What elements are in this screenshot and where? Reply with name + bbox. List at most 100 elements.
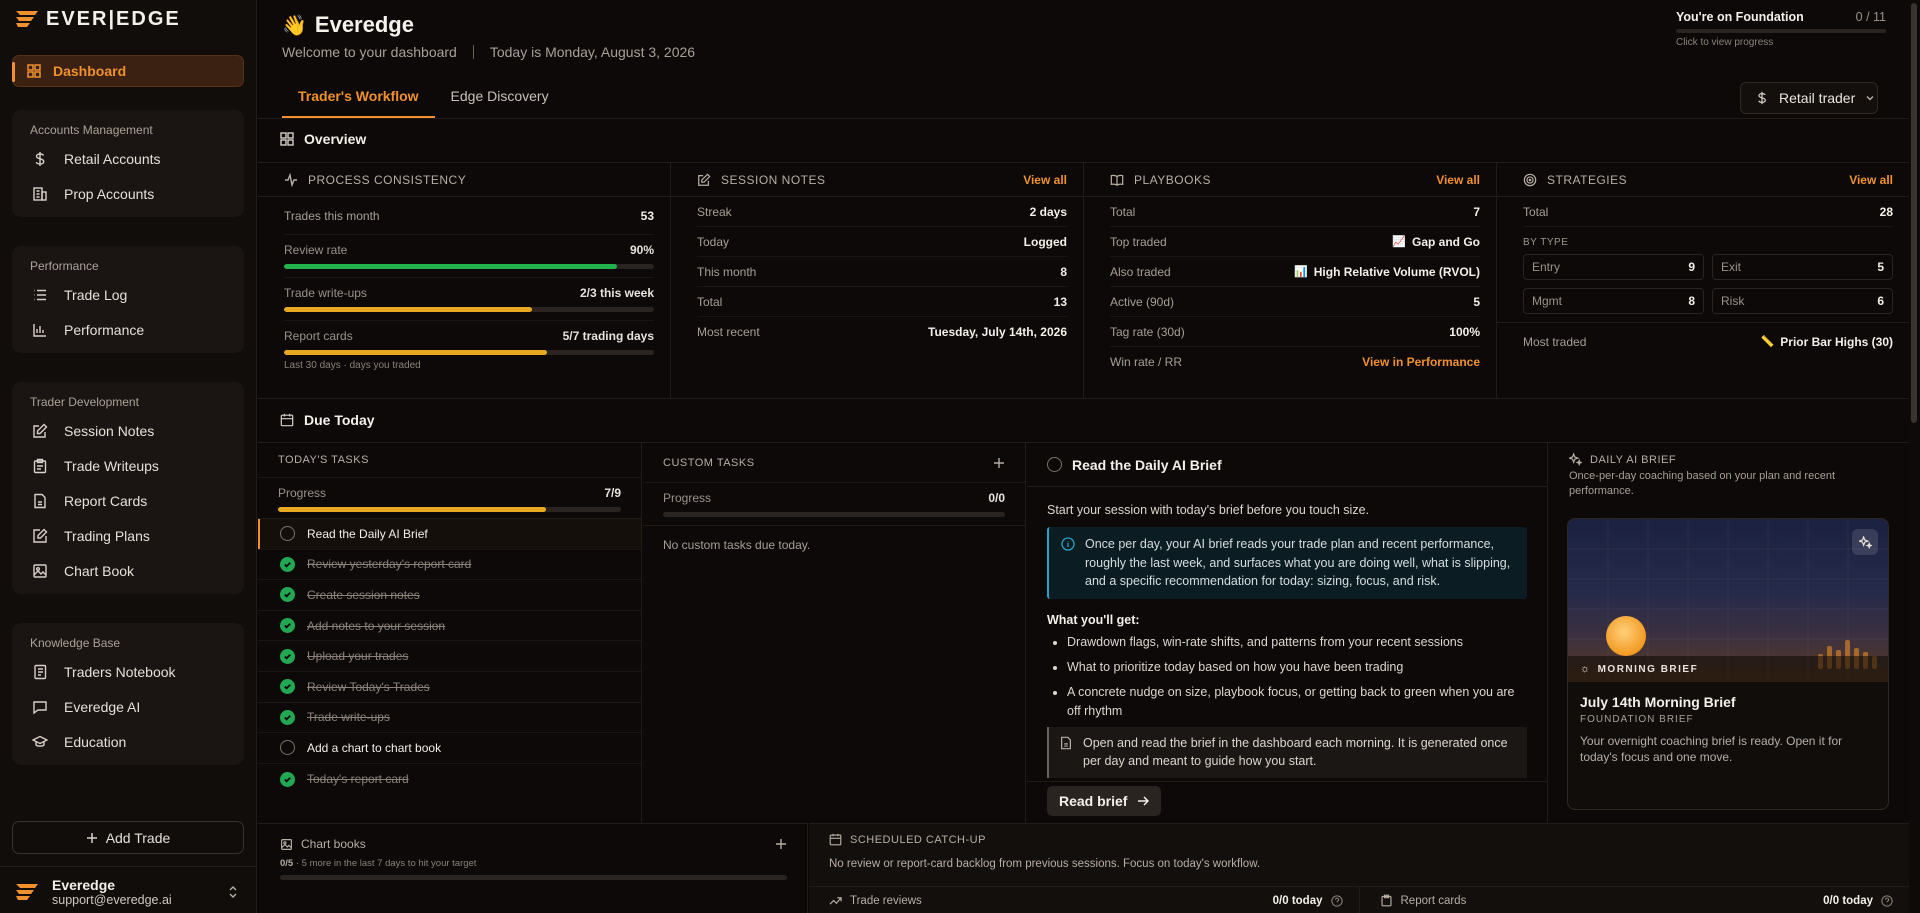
- sidebar-item-traders-notebook[interactable]: Traders Notebook: [12, 654, 244, 689]
- plus-icon: [86, 832, 97, 843]
- sparkles-icon: [1569, 453, 1582, 466]
- sidebar-item-prop-accounts[interactable]: Prop Accounts: [12, 176, 244, 211]
- panel-title: SCHEDULED CATCH-UP: [850, 833, 986, 846]
- task-read-daily-ai-brief[interactable]: Read the Daily AI Brief: [258, 519, 641, 550]
- session-notes-card: SESSION NOTES View all Streak 2 days Toda…: [671, 163, 1084, 398]
- sidebar-item-trading-plans[interactable]: Trading Plans: [12, 518, 244, 553]
- chart-books-progress-text: 0/5 · 5 more in the last 7 days to hit y…: [258, 851, 807, 869]
- task-review-yesterday-report-card[interactable]: Review yesterday's report card: [258, 550, 641, 581]
- add-custom-task-icon[interactable]: [993, 457, 1005, 469]
- edit-note-icon: [33, 423, 48, 438]
- review-rate-fill: [284, 264, 617, 269]
- add-trade-button[interactable]: Add Trade: [12, 821, 244, 854]
- row-value: 28: [1879, 204, 1893, 219]
- help-circle-icon[interactable]: [1330, 894, 1343, 907]
- sidebar: EVER|EDGE Dashboard Accounts Management …: [0, 0, 257, 913]
- info-callout: Once per day, your AI brief reads your t…: [1047, 527, 1527, 599]
- row-label: Most traded: [1523, 334, 1587, 349]
- sidebar-item-retail-accounts[interactable]: Retail Accounts: [12, 141, 244, 176]
- add-chart-book-icon[interactable]: [775, 838, 787, 850]
- most-traded-row: Most traded 📏 Prior Bar Highs (30): [1497, 322, 1909, 360]
- task-checked-icon[interactable]: [280, 618, 295, 634]
- foundation-sub: Click to view progress: [1676, 37, 1774, 48]
- sidebar-item-label: Report Cards: [64, 492, 148, 509]
- group-title: Performance: [30, 259, 99, 273]
- type-exit: Exit 5: [1712, 254, 1893, 280]
- by-type-label: BY TYPE: [1523, 237, 1569, 248]
- logo[interactable]: EVER|EDGE: [14, 7, 181, 31]
- task-label: Read the Daily AI Brief: [307, 526, 428, 541]
- sidebar-item-trade-writeups[interactable]: Trade Writeups: [12, 448, 244, 483]
- row-value: Prior Bar Highs (30): [1780, 334, 1893, 349]
- task-label: Add a chart to chart book: [307, 740, 442, 755]
- morning-brief-card[interactable]: ☼ MORNING BRIEF July 14th Morning Brief …: [1567, 518, 1889, 810]
- sidebar-item-session-notes[interactable]: Session Notes: [12, 413, 244, 448]
- sidebar-item-report-cards[interactable]: Report Cards: [12, 483, 244, 518]
- trade-reviews-stat[interactable]: Trade reviews 0/0 today: [809, 887, 1360, 913]
- sparkles-icon[interactable]: [1852, 529, 1878, 555]
- sidebar-item-trade-log[interactable]: Trade Log: [12, 277, 244, 312]
- divider: [258, 398, 1909, 399]
- read-brief-button[interactable]: Read brief: [1047, 786, 1162, 816]
- task-unchecked-icon[interactable]: [1047, 457, 1062, 472]
- task-label: Review yesterday's report card: [307, 557, 472, 572]
- chart-books-panel: Chart books 0/5 · 5 more in the last 7 d…: [258, 823, 808, 913]
- task-unchecked-icon[interactable]: [280, 526, 295, 542]
- scrollbar-thumb[interactable]: [1911, 3, 1917, 423]
- sidebar-item-chart-book[interactable]: Chart Book: [12, 553, 244, 588]
- sidebar-item-label: Retail Accounts: [64, 150, 161, 167]
- report-cards-stat[interactable]: Report cards 0/0 today: [1360, 887, 1910, 913]
- sidebar-item-label: Trade Log: [64, 286, 128, 303]
- tab-traders-workflow[interactable]: Trader's Workflow: [282, 79, 435, 118]
- panel-title: TODAY'S TASKS: [278, 454, 369, 466]
- sidebar-item-label: Trade Writeups: [64, 457, 159, 474]
- chart-books-count: 0/5: [280, 858, 294, 869]
- task-upload-trades[interactable]: Upload your trades: [258, 641, 641, 672]
- panel-subtitle: Once-per-day coaching based on your plan…: [1569, 470, 1836, 497]
- panel-title: Chart books: [301, 837, 366, 851]
- user-menu[interactable]: Everedge support@everedge.ai: [14, 874, 246, 910]
- card-text: Your overnight coaching brief is ready. …: [1580, 734, 1843, 764]
- task-trade-write-ups[interactable]: Trade write-ups: [258, 703, 641, 734]
- type-value: 9: [1688, 260, 1695, 274]
- task-label: Today's report card: [307, 772, 409, 787]
- brief-cover-image: ☼ MORNING BRIEF: [1568, 519, 1888, 682]
- view-all-link[interactable]: View all: [1023, 173, 1067, 187]
- panel-header: Read the Daily AI Brief: [1027, 443, 1547, 487]
- task-add-chart-to-chart-book[interactable]: Add a chart to chart book: [258, 733, 641, 764]
- view-all-link[interactable]: View all: [1849, 173, 1893, 187]
- task-checked-icon[interactable]: [280, 679, 295, 695]
- task-unchecked-icon[interactable]: [280, 740, 295, 756]
- task-label: Review Today's Trades: [307, 679, 430, 694]
- type-label: Entry: [1532, 260, 1561, 274]
- stat-label: Report cards: [1400, 894, 1467, 907]
- task-checked-icon[interactable]: [280, 771, 295, 787]
- scrollbar[interactable]: [1909, 0, 1920, 913]
- foundation-progress[interactable]: You're on Foundation 0 / 11 Click to vie…: [1676, 10, 1886, 48]
- task-checked-icon[interactable]: [280, 648, 295, 664]
- sidebar-item-dashboard[interactable]: Dashboard: [12, 55, 244, 87]
- card-title: STRATEGIES: [1547, 172, 1628, 187]
- card-title: July 14th Morning Brief: [1580, 694, 1736, 710]
- also-traded-row: Also traded 📊 High Relative Volume (RVOL): [1110, 257, 1480, 287]
- row-label: Total: [1523, 204, 1549, 219]
- view-all-link[interactable]: View all: [1436, 173, 1480, 187]
- task-checked-icon[interactable]: [280, 709, 295, 725]
- tab-edge-discovery[interactable]: Edge Discovery: [435, 79, 565, 118]
- sidebar-item-education[interactable]: Education: [12, 724, 244, 759]
- trader-type-select[interactable]: Retail trader: [1740, 82, 1878, 114]
- sidebar-item-performance[interactable]: Performance: [12, 312, 244, 347]
- task-review-todays-trades[interactable]: Review Today's Trades: [258, 672, 641, 703]
- task-checked-icon[interactable]: [280, 587, 295, 603]
- card-title: PLAYBOOKS: [1134, 172, 1211, 187]
- sidebar-group-knowledge-base: Knowledge Base Traders Notebook Everedge…: [12, 623, 244, 765]
- task-todays-report-card[interactable]: Today's report card: [258, 764, 641, 795]
- task-create-session-notes[interactable]: Create session notes: [258, 580, 641, 611]
- task-add-notes-to-session[interactable]: Add notes to your session: [258, 611, 641, 642]
- sidebar-item-everedge-ai[interactable]: Everedge AI: [12, 689, 244, 724]
- help-circle-icon[interactable]: [1881, 894, 1893, 907]
- view-in-performance-link[interactable]: View in Performance: [1362, 355, 1480, 369]
- task-checked-icon[interactable]: [280, 556, 295, 572]
- panel-title: Read the Daily AI Brief: [1072, 456, 1222, 473]
- row-label: Streak: [697, 204, 732, 219]
